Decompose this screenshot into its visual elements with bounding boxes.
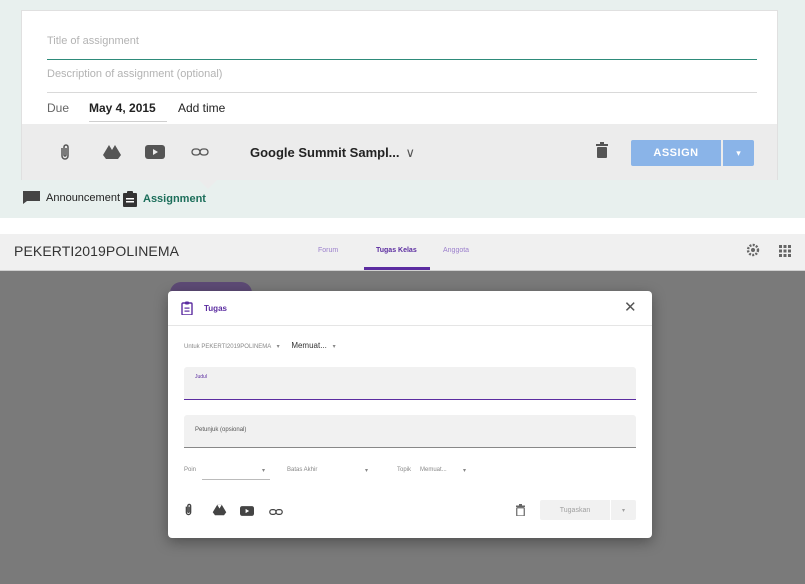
youtube-icon[interactable]: [144, 142, 166, 162]
poin-label: Poin: [184, 467, 197, 473]
tugaskan-dropdown-button[interactable]: ▾: [611, 500, 636, 520]
gear-icon[interactable]: [746, 243, 760, 262]
petunjuk-input[interactable]: Petunjuk (opsional): [184, 415, 636, 448]
topik-label: Topik: [397, 467, 412, 473]
old-classroom-panel: Title of assignment Description of assig…: [0, 0, 805, 218]
youtube-icon[interactable]: [240, 503, 254, 521]
tab-forum[interactable]: Forum: [318, 247, 338, 254]
description-placeholder: Description of assignment (optional): [47, 68, 223, 80]
trash-icon[interactable]: [596, 142, 608, 163]
attachment-icon[interactable]: [184, 503, 193, 521]
assignment-toolbar: Google Summit Sampl... ∨ ASSIGN ▾: [22, 124, 777, 180]
students-dropdown[interactable]: Memuat...: [291, 341, 327, 350]
poin-dropdown[interactable]: [202, 479, 270, 480]
course-dropdown[interactable]: PEKERTI2019POLINEMA: [201, 344, 271, 350]
title-placeholder: Title of assignment: [47, 35, 139, 47]
active-tab-indicator: [364, 267, 430, 270]
attachment-icon[interactable]: [54, 142, 76, 162]
assignment-title-input[interactable]: Title of assignment: [47, 33, 757, 60]
link-icon[interactable]: [269, 503, 283, 521]
app-bar: PEKERTI2019POLINEMA Forum Tugas Kelas An…: [0, 234, 805, 271]
assignment-dialog: Tugas ✕ Untuk PEKERTI2019POLINEMA ▾ Memu…: [168, 291, 652, 538]
assignment-description-input[interactable]: Description of assignment (optional): [47, 66, 757, 93]
due-date-picker[interactable]: May 4, 2015: [89, 101, 167, 122]
batas-akhir-label[interactable]: Batas Akhir: [287, 467, 317, 473]
assign-button[interactable]: ASSIGN: [631, 140, 721, 166]
tugaskan-button[interactable]: Tugaskan: [540, 500, 610, 520]
for-label: Untuk: [184, 344, 200, 350]
petunjuk-label: Petunjuk (opsional): [195, 427, 247, 433]
chevron-down-icon: ▾: [332, 344, 336, 350]
dialog-actions: Tugaskan ▾: [168, 497, 652, 527]
for-row: Untuk PEKERTI2019POLINEMA ▾ Memuat... ▾: [184, 341, 340, 350]
assignment-tab[interactable]: Assignment: [123, 191, 206, 207]
due-label: Due: [47, 101, 70, 115]
assignment-card: Title of assignment Description of assig…: [21, 10, 778, 189]
judul-label: Judul: [195, 374, 207, 380]
dialog-title: Tugas: [204, 304, 227, 313]
judul-input[interactable]: Judul: [184, 367, 636, 400]
announcement-icon: [23, 191, 40, 204]
google-drive-icon[interactable]: [101, 142, 123, 162]
tab-anggota[interactable]: Anggota: [443, 247, 469, 254]
clipboard-icon: [123, 191, 137, 207]
close-icon[interactable]: ✕: [624, 300, 637, 315]
clipboard-icon: [181, 301, 193, 320]
chevron-down-icon: ▾: [365, 468, 369, 474]
chevron-down-icon: ▾: [276, 344, 280, 350]
chevron-down-icon: ▾: [262, 468, 266, 474]
assignment-label: Assignment: [143, 193, 206, 205]
chevron-down-icon: ∨: [405, 145, 416, 160]
chevron-down-icon: ▾: [463, 468, 467, 474]
class-name: PEKERTI2019POLINEMA: [14, 243, 180, 259]
toolbar-pointer: [199, 180, 217, 189]
new-classroom-panel: PEKERTI2019POLINEMA Forum Tugas Kelas An…: [0, 234, 805, 584]
assign-dropdown-button[interactable]: ▾: [723, 140, 754, 166]
tab-tugas-kelas[interactable]: Tugas Kelas: [376, 247, 417, 254]
google-drive-icon[interactable]: [212, 503, 227, 521]
link-icon[interactable]: [189, 142, 211, 162]
course-selector[interactable]: Google Summit Sampl... ∨: [250, 145, 415, 161]
announcement-label: Announcement: [46, 191, 120, 204]
announcement-tab[interactable]: Announcement: [23, 191, 120, 204]
dialog-header: Tugas ✕: [168, 291, 652, 326]
trash-icon[interactable]: [516, 503, 525, 521]
add-time-button[interactable]: Add time: [178, 101, 225, 115]
course-selector-label: Google Summit Sampl...: [250, 145, 400, 160]
topik-dropdown[interactable]: Memuat...: [420, 467, 447, 473]
apps-grid-icon[interactable]: [779, 244, 791, 262]
